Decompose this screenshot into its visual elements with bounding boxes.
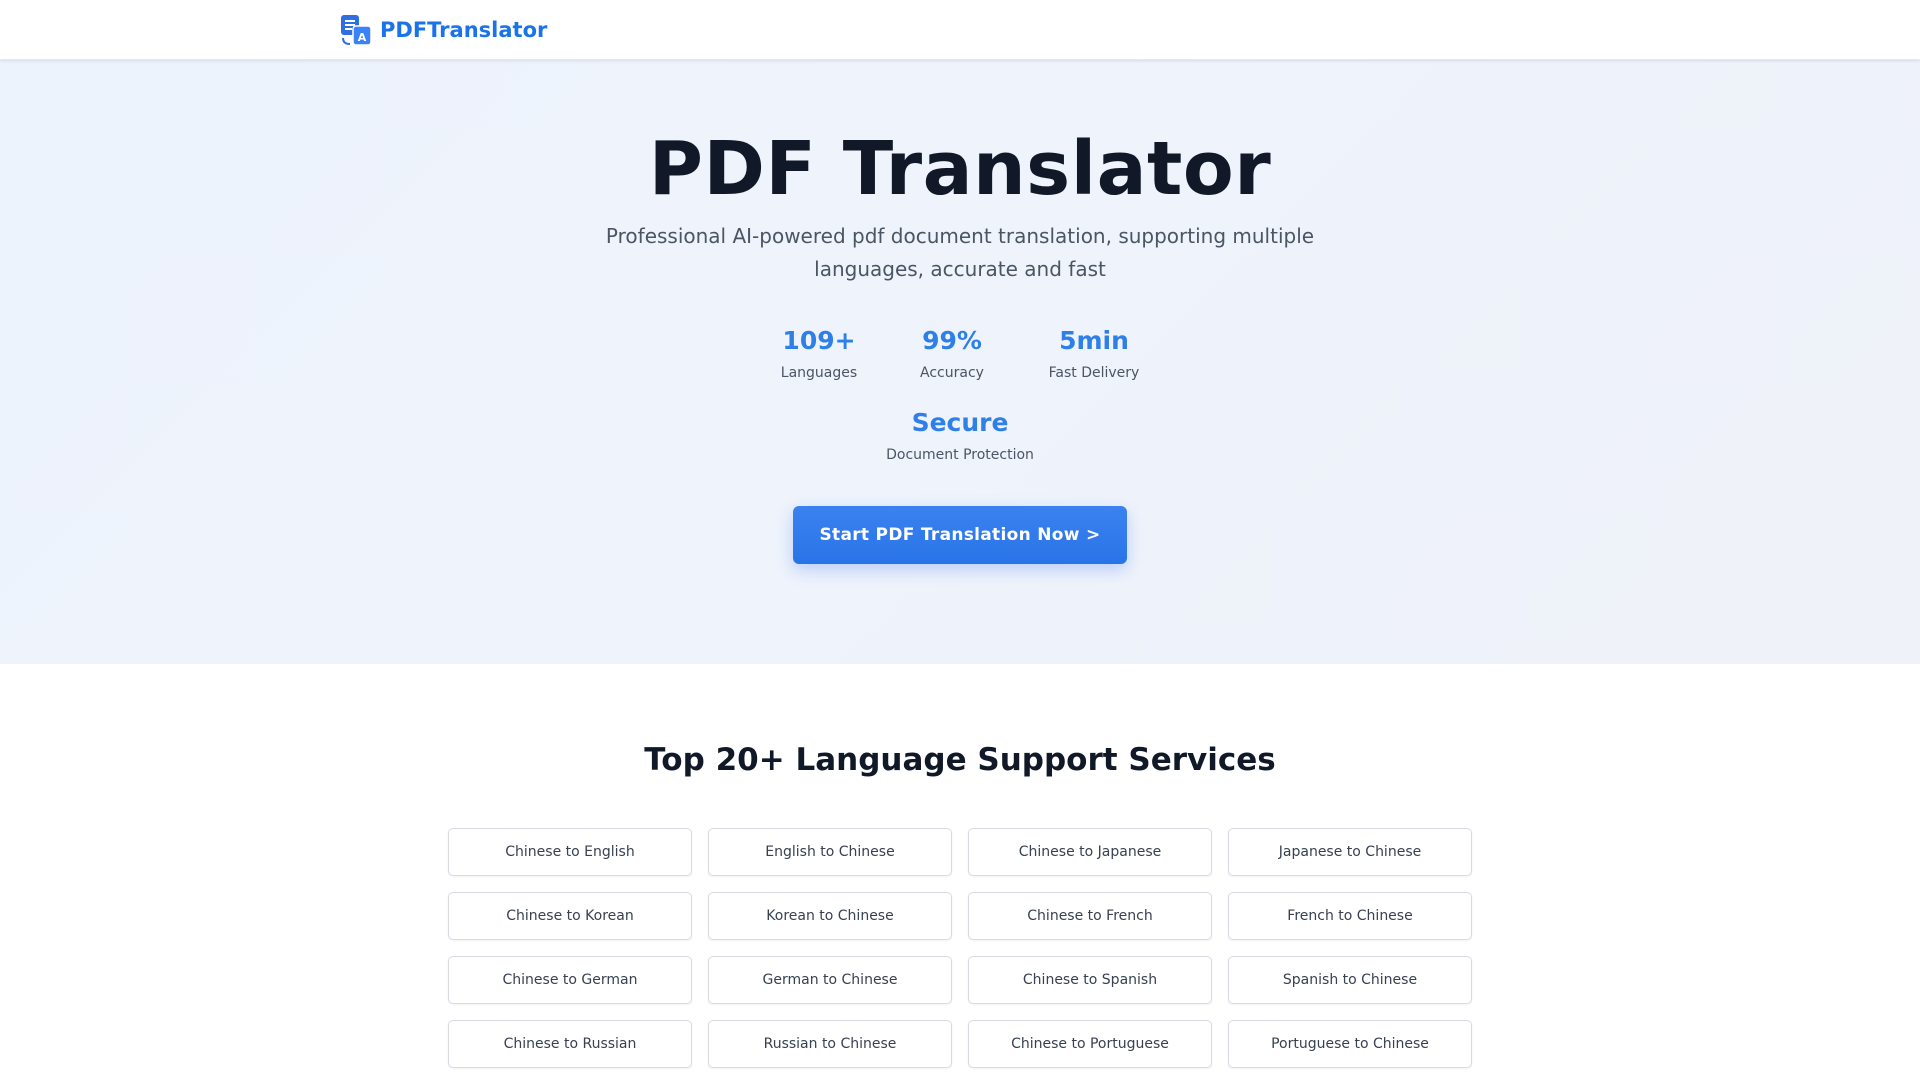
language-pair-button[interactable]: Chinese to Portuguese — [968, 1020, 1212, 1068]
stat-label: Accuracy — [920, 365, 984, 381]
language-pair-button[interactable]: Chinese to Japanese — [968, 828, 1212, 876]
language-services-section: Top 20+ Language Support Services Chines… — [0, 664, 1920, 1080]
hero-section: PDF Translator Professional AI-powered p… — [0, 60, 1920, 664]
language-pair-button[interactable]: Chinese to English — [448, 828, 692, 876]
language-pair-button[interactable]: Portuguese to Chinese — [1228, 1020, 1472, 1068]
language-pair-button[interactable]: French to Chinese — [1228, 892, 1472, 940]
language-pair-button[interactable]: Korean to Chinese — [708, 892, 952, 940]
stat-languages: 109+ Languages — [760, 326, 878, 382]
language-pair-button[interactable]: Chinese to French — [968, 892, 1212, 940]
stat-value: 5min — [1059, 326, 1129, 355]
language-pair-button[interactable]: German to Chinese — [708, 956, 952, 1004]
language-pair-button[interactable]: Russian to Chinese — [708, 1020, 952, 1068]
hero-subtitle: Professional AI-powered pdf document tra… — [605, 224, 1315, 281]
language-pair-button[interactable]: Chinese to Korean — [448, 892, 692, 940]
top-navigation-bar: A PDFTranslator — [0, 0, 1920, 60]
svg-text:A: A — [358, 31, 367, 44]
language-pair-button[interactable]: Chinese to German — [448, 956, 692, 1004]
language-pair-button[interactable]: English to Chinese — [708, 828, 952, 876]
stat-label: Languages — [780, 365, 858, 381]
stat-fast-delivery: 5min Fast Delivery — [1034, 326, 1154, 382]
start-translation-button[interactable]: Start PDF Translation Now > — [793, 506, 1127, 564]
brand-logo-link[interactable]: A PDFTranslator — [340, 14, 547, 46]
stat-value: 109+ — [782, 326, 856, 355]
language-pair-button[interactable]: Spanish to Chinese — [1228, 956, 1472, 1004]
page-title: PDF Translator — [648, 126, 1272, 212]
stat-label: Document Protection — [886, 447, 1034, 463]
section-title: Top 20+ Language Support Services — [644, 742, 1276, 778]
stat-label: Fast Delivery — [1048, 365, 1140, 381]
stat-value: 99% — [922, 326, 982, 355]
language-pair-button[interactable]: Japanese to Chinese — [1228, 828, 1472, 876]
language-pair-grid: Chinese to English English to Chinese Ch… — [448, 828, 1472, 1068]
brand-name: PDFTranslator — [380, 18, 548, 42]
stat-value: Secure — [911, 408, 1009, 437]
stat-security: Secure Document Protection — [860, 408, 1060, 464]
translate-document-icon: A — [341, 15, 372, 46]
stat-accuracy: 99% Accuracy — [904, 326, 1000, 382]
language-pair-button[interactable]: Chinese to Spanish — [968, 956, 1212, 1004]
language-pair-button[interactable]: Chinese to Russian — [448, 1020, 692, 1068]
